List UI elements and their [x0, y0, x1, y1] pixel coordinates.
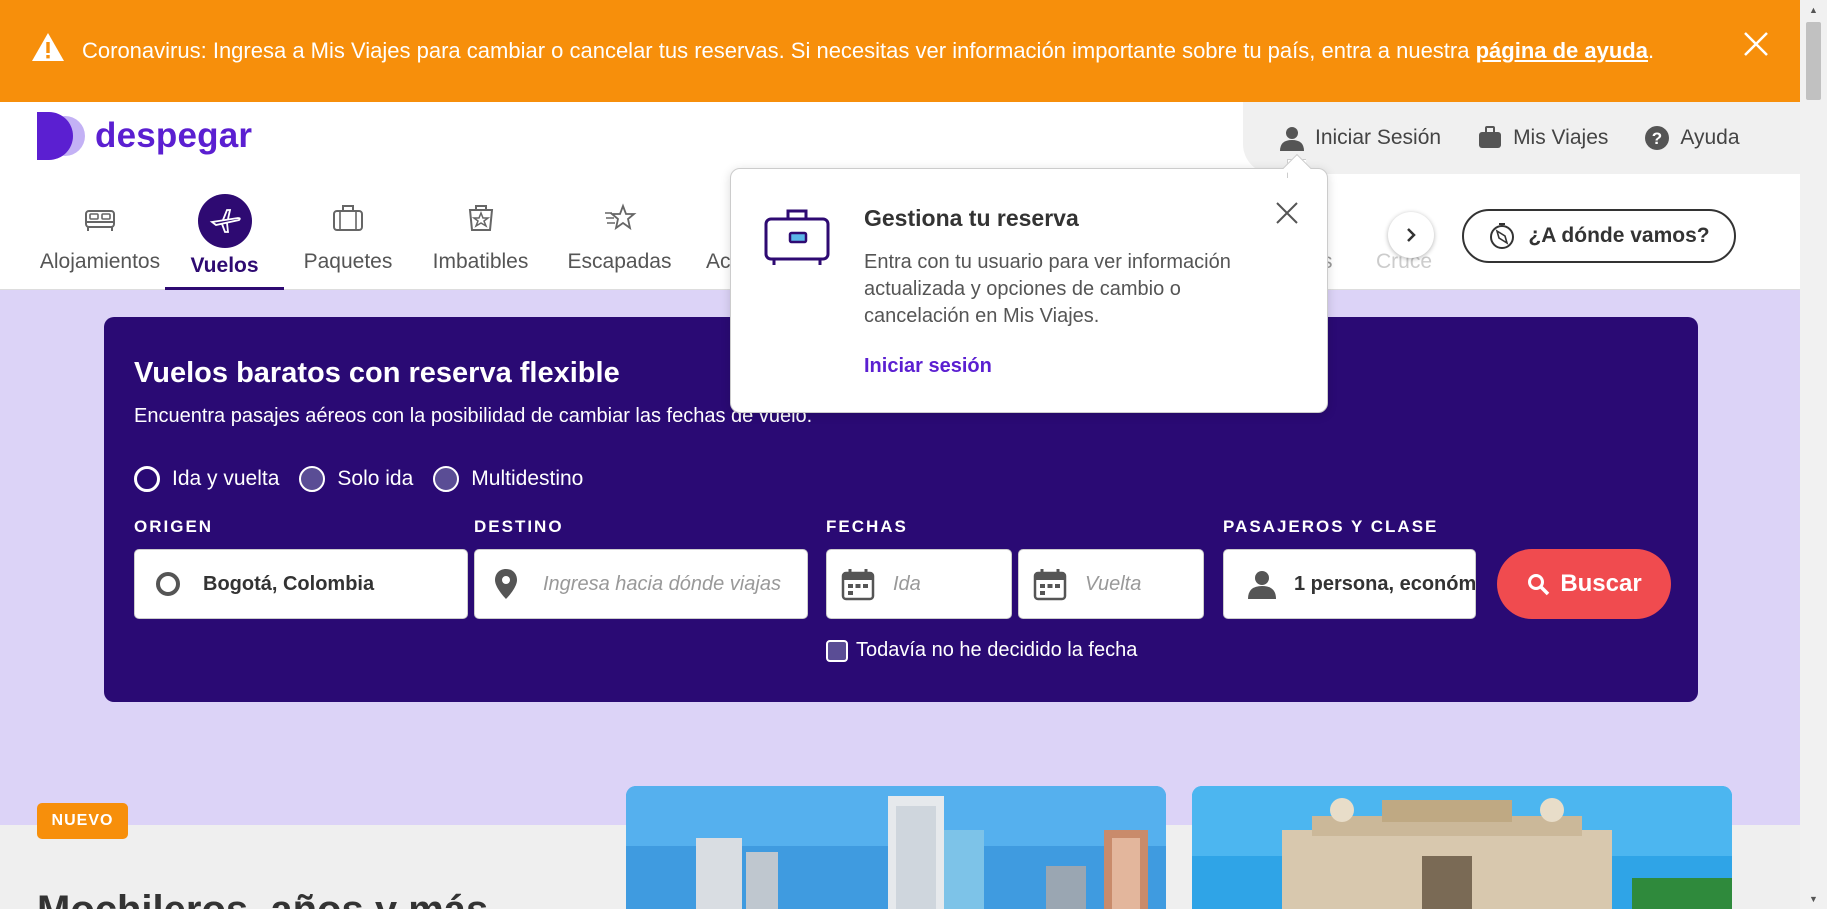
tabs-next-button[interactable] — [1388, 212, 1434, 258]
luggage-icon — [1479, 126, 1502, 148]
city-skyline-image — [626, 786, 1166, 909]
suitcase-icon — [328, 198, 368, 238]
departure-date-field[interactable]: Ida — [826, 549, 1012, 619]
alert-message: Coronavirus: Ingresa a Mis Viajes para c… — [82, 38, 1655, 63]
destination-card-madrid[interactable] — [1192, 786, 1732, 909]
logo-mark-icon — [37, 112, 85, 160]
radio-unselected-icon — [299, 466, 326, 492]
radio-selected-icon — [134, 466, 160, 492]
where-to-go-button[interactable]: ¿A dónde vamos? — [1462, 209, 1736, 263]
covid-alert-banner: Coronavirus: Ingresa a Mis Viajes para c… — [0, 0, 1800, 102]
user-icon — [1248, 571, 1276, 599]
undecided-date-checkbox[interactable] — [826, 639, 848, 662]
compass-icon — [1490, 223, 1515, 249]
search-title: Vuelos baratos con reserva flexible — [134, 357, 620, 389]
my-trips-link[interactable]: Mis Viajes — [1477, 125, 1608, 151]
radio-unselected-icon — [433, 466, 460, 492]
popover-login-link[interactable]: Iniciar sesión — [864, 355, 992, 378]
brand-logo[interactable]: despegar — [37, 112, 252, 160]
passengers-field[interactable]: 1 persona, económica — [1223, 549, 1476, 619]
popover-title: Gestiona tu reserva — [864, 205, 1079, 231]
scroll-down-arrow-icon[interactable]: ▼ — [1800, 889, 1827, 909]
chevron-right-icon — [1407, 228, 1416, 242]
scrollbar[interactable]: ▲ ▼ — [1800, 0, 1827, 909]
search-subtitle: Encuentra pasajes aéreos con la posibili… — [134, 405, 813, 427]
plane-icon — [197, 194, 252, 248]
undecided-date-option[interactable]: Todavía no he decidido la fecha — [826, 639, 1137, 662]
origin-field[interactable]: Bogotá, Colombia — [134, 549, 468, 619]
user-nav: Iniciar Sesión Mis Viajes ? Ayuda — [1243, 102, 1800, 174]
trip-type-radios: Ida y vuelta Solo ida Multidestino — [134, 466, 583, 492]
scroll-up-arrow-icon[interactable]: ▲ — [1800, 0, 1827, 20]
help-icon: ? — [1645, 126, 1670, 150]
help-page-link[interactable]: página de ayuda — [1476, 38, 1648, 63]
tab-alojamientos[interactable]: Alojamientos — [37, 174, 163, 290]
user-icon — [1280, 127, 1304, 151]
close-icon[interactable] — [1275, 201, 1299, 225]
origin-label: ORIGEN — [134, 517, 214, 536]
tab-escapadas[interactable]: Escapadas — [566, 174, 673, 290]
radio-one-way[interactable]: Solo ida — [299, 466, 413, 492]
help-link[interactable]: ? Ayuda — [1644, 125, 1740, 151]
tab-paquetes[interactable]: Paquetes — [296, 174, 400, 290]
search-icon — [1528, 574, 1550, 596]
passengers-label: PASAJEROS Y CLASE — [1223, 517, 1439, 536]
destination-label: DESTINO — [474, 517, 564, 536]
return-date-field[interactable]: Vuelta — [1018, 549, 1204, 619]
star-badge-icon — [461, 198, 501, 238]
calendar-icon — [841, 569, 875, 601]
close-icon[interactable] — [1742, 30, 1770, 58]
manage-booking-popover: Gestiona tu reserva Entra con tu usuario… — [730, 153, 1328, 413]
bed-icon — [80, 198, 120, 238]
monument-image — [1192, 786, 1732, 909]
radio-round-trip[interactable]: Ida y vuelta — [134, 466, 279, 492]
star-speed-icon — [600, 198, 640, 238]
location-pin-icon — [495, 569, 517, 599]
destination-card-miami[interactable] — [626, 786, 1166, 909]
new-badge: NUEVO — [37, 803, 128, 839]
lower-heading: Mochileros, años y más — [37, 892, 537, 909]
brand-name: despegar — [95, 116, 253, 155]
calendar-icon — [1033, 569, 1067, 601]
scroll-thumb[interactable] — [1806, 22, 1821, 100]
svg-text:?: ? — [1652, 129, 1662, 148]
destination-field[interactable]: Ingresa hacia dónde viajas — [474, 549, 808, 619]
warning-icon — [32, 33, 64, 61]
briefcase-icon — [764, 209, 830, 265]
popover-body: Entra con tu usuario para ver informació… — [864, 251, 1231, 327]
search-button[interactable]: Buscar — [1497, 549, 1671, 619]
login-link[interactable]: Iniciar Sesión — [1279, 125, 1441, 151]
tab-vuelos[interactable]: Vuelos — [165, 174, 284, 290]
origin-circle-icon — [156, 572, 180, 596]
tab-imbatibles[interactable]: Imbatibles — [427, 174, 534, 290]
dates-label: FECHAS — [826, 517, 908, 536]
radio-multi-destination[interactable]: Multidestino — [433, 466, 583, 492]
